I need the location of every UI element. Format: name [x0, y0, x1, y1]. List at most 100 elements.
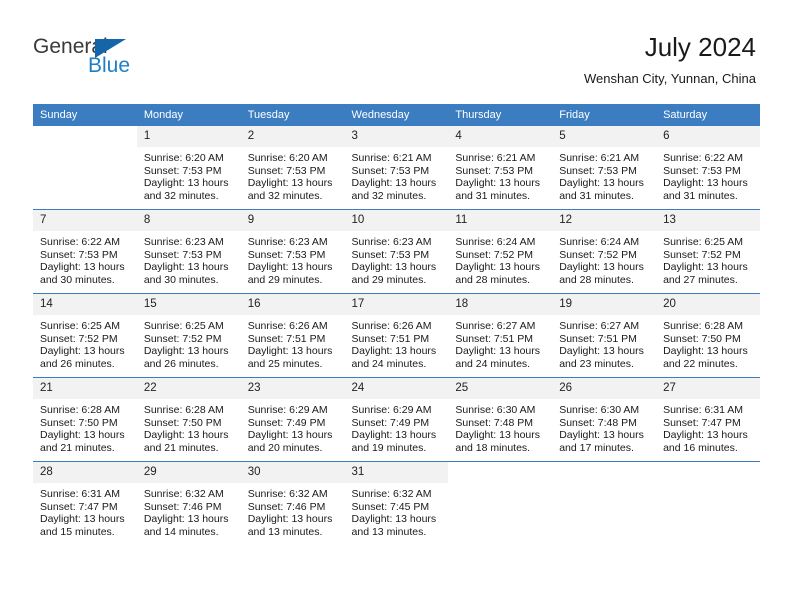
calendar-cell-inner: 19 Sunrise: 6:27 AM Sunset: 7:51 PM Dayligh… [552, 294, 657, 377]
daylight-text-line2: and 32 minutes. [247, 189, 323, 202]
calendar-day-cell[interactable]: 24 Sunrise: 6:29 AM Sunset: 7:49 PM Dayligh… [344, 377, 449, 462]
daylight-text-line1: Daylight: 13 hours [247, 429, 333, 442]
sunset-text: Sunset: 7:52 PM [455, 248, 534, 261]
title-block: July 2024 Wenshan City, Yunnan, China [584, 32, 756, 87]
calendar-day-cell[interactable]: 31 Sunrise: 6:32 AM Sunset: 7:45 PM Dayligh… [344, 461, 449, 545]
day-number: 29 [136, 462, 241, 483]
calendar-day-cell[interactable]: 2 Sunrise: 6:20 AM Sunset: 7:53 PM Daylight… [240, 126, 345, 210]
day-details: Sunrise: 6:26 AM Sunset: 7:51 PM Daylight:… [345, 315, 449, 370]
sunrise-text: Sunrise: 6:23 AM [247, 236, 328, 248]
calendar-day-cell[interactable]: 13 Sunrise: 6:25 AM Sunset: 7:52 PM Dayligh… [656, 209, 760, 294]
calendar-day-cell[interactable]: 25 Sunrise: 6:30 AM Sunset: 7:48 PM Dayligh… [448, 377, 553, 462]
calendar-cell-empty [552, 461, 657, 545]
calendar-cell-empty [448, 461, 553, 545]
calendar-day-cell[interactable]: 15 Sunrise: 6:25 AM Sunset: 7:52 PM Dayligh… [136, 293, 241, 378]
calendar-cell-inner [552, 462, 657, 545]
calendar-day-cell[interactable]: 9 Sunrise: 6:23 AM Sunset: 7:53 PM Daylight… [240, 209, 345, 294]
calendar-day-cell[interactable]: 30 Sunrise: 6:32 AM Sunset: 7:46 PM Dayligh… [240, 461, 345, 545]
calendar-day-cell[interactable]: 14 Sunrise: 6:25 AM Sunset: 7:52 PM Dayligh… [33, 293, 137, 378]
daylight-text-line2: and 22 minutes. [663, 357, 738, 370]
sunset-text: Sunset: 7:52 PM [559, 248, 637, 261]
calendar-cell-inner: 9 Sunrise: 6:23 AM Sunset: 7:53 PM Daylight… [240, 210, 345, 293]
sunset-text: Sunset: 7:53 PM [247, 248, 326, 261]
calendar-day-cell[interactable]: 18 Sunrise: 6:27 AM Sunset: 7:51 PM Dayligh… [448, 293, 553, 378]
sunset-text: Sunset: 7:53 PM [143, 248, 222, 261]
calendar-cell-inner: 29 Sunrise: 6:32 AM Sunset: 7:46 PM Dayligh… [136, 462, 241, 545]
daylight-text-line1: Daylight: 13 hours [40, 345, 125, 358]
sunrise-text: Sunrise: 6:22 AM [663, 152, 744, 164]
calendar-day-cell[interactable]: 23 Sunrise: 6:29 AM Sunset: 7:49 PM Dayligh… [240, 377, 345, 462]
weekday-header-thursday: Thursday [448, 104, 553, 126]
sunrise-text: Sunrise: 6:28 AM [663, 320, 744, 332]
day-details: Sunrise: 6:32 AM Sunset: 7:46 PM Daylight:… [241, 483, 345, 538]
calendar-cell-inner: 5 Sunrise: 6:21 AM Sunset: 7:53 PM Daylight… [552, 126, 657, 209]
day-details: Sunrise: 6:22 AM Sunset: 7:53 PM Daylight:… [656, 147, 760, 202]
calendar-day-cell[interactable]: 16 Sunrise: 6:26 AM Sunset: 7:51 PM Dayligh… [240, 293, 345, 378]
day-number: 26 [552, 378, 657, 399]
calendar-day-cell[interactable]: 29 Sunrise: 6:32 AM Sunset: 7:46 PM Dayligh… [136, 461, 241, 545]
sunrise-text: Sunrise: 6:21 AM [559, 152, 640, 164]
calendar-day-cell[interactable]: 4 Sunrise: 6:21 AM Sunset: 7:53 PM Daylight… [448, 126, 553, 210]
calendar-day-cell[interactable]: 6 Sunrise: 6:22 AM Sunset: 7:53 PM Daylight… [656, 126, 760, 210]
sunset-text: Sunset: 7:48 PM [559, 416, 637, 429]
day-number: 24 [344, 378, 449, 399]
sunset-text: Sunset: 7:49 PM [247, 416, 326, 429]
calendar-cell-inner: 31 Sunrise: 6:32 AM Sunset: 7:45 PM Dayligh… [344, 462, 449, 545]
daylight-text-line2: and 16 minutes. [663, 441, 738, 454]
day-number: 28 [33, 462, 137, 483]
day-details: Sunrise: 6:20 AM Sunset: 7:53 PM Daylight:… [241, 147, 345, 202]
sunset-text: Sunset: 7:46 PM [143, 500, 222, 513]
calendar-table: Sunday Monday Tuesday Wednesday Thursday… [33, 104, 760, 545]
calendar-day-cell[interactable]: 17 Sunrise: 6:26 AM Sunset: 7:51 PM Dayligh… [344, 293, 449, 378]
calendar-day-cell[interactable]: 19 Sunrise: 6:27 AM Sunset: 7:51 PM Dayligh… [552, 293, 657, 378]
calendar-day-cell[interactable]: 22 Sunrise: 6:28 AM Sunset: 7:50 PM Dayligh… [136, 377, 241, 462]
day-number: 21 [33, 378, 137, 399]
calendar-day-cell[interactable]: 3 Sunrise: 6:21 AM Sunset: 7:53 PM Daylight… [344, 126, 449, 210]
sunrise-text: Sunrise: 6:31 AM [663, 404, 744, 416]
calendar-cell-inner: 11 Sunrise: 6:24 AM Sunset: 7:52 PM Dayligh… [448, 210, 553, 293]
sunrise-text: Sunrise: 6:31 AM [40, 488, 120, 500]
calendar-cell-inner: 2 Sunrise: 6:20 AM Sunset: 7:53 PM Daylight… [240, 126, 345, 209]
calendar-day-cell[interactable]: 20 Sunrise: 6:28 AM Sunset: 7:50 PM Dayligh… [656, 293, 760, 378]
day-number: 20 [656, 294, 760, 315]
general-blue-logo[interactable]: General Blue [33, 36, 153, 84]
daylight-text-line1: Daylight: 13 hours [559, 261, 644, 274]
sunset-text: Sunset: 7:51 PM [455, 332, 534, 345]
day-details: Sunrise: 6:32 AM Sunset: 7:45 PM Daylight:… [345, 483, 449, 538]
calendar-day-cell[interactable]: 7 Sunrise: 6:22 AM Sunset: 7:53 PM Daylight… [33, 209, 137, 294]
sunrise-text: Sunrise: 6:25 AM [663, 236, 744, 248]
daylight-text-line2: and 28 minutes. [455, 273, 531, 286]
calendar-day-cell[interactable]: 21 Sunrise: 6:28 AM Sunset: 7:50 PM Dayligh… [33, 377, 137, 462]
daylight-text-line2: and 13 minutes. [351, 525, 427, 538]
calendar-day-cell[interactable]: 5 Sunrise: 6:21 AM Sunset: 7:53 PM Daylight… [552, 126, 657, 210]
daylight-text-line2: and 20 minutes. [247, 441, 323, 454]
calendar-day-cell[interactable]: 8 Sunrise: 6:23 AM Sunset: 7:53 PM Daylight… [136, 209, 241, 294]
day-details: Sunrise: 6:32 AM Sunset: 7:46 PM Daylight:… [137, 483, 241, 538]
calendar-day-cell[interactable]: 10 Sunrise: 6:23 AM Sunset: 7:53 PM Dayligh… [344, 209, 449, 294]
calendar-day-cell[interactable]: 12 Sunrise: 6:24 AM Sunset: 7:52 PM Dayligh… [552, 209, 657, 294]
calendar-day-cell[interactable]: 28 Sunrise: 6:31 AM Sunset: 7:47 PM Dayligh… [33, 461, 137, 545]
calendar-cell-inner: 15 Sunrise: 6:25 AM Sunset: 7:52 PM Dayligh… [136, 294, 241, 377]
calendar-cell-inner: 4 Sunrise: 6:21 AM Sunset: 7:53 PM Daylight… [448, 126, 553, 209]
calendar-day-cell[interactable]: 26 Sunrise: 6:30 AM Sunset: 7:48 PM Dayligh… [552, 377, 657, 462]
weekday-header-saturday: Saturday [656, 104, 760, 126]
sunrise-text: Sunrise: 6:21 AM [455, 152, 536, 164]
daylight-text-line2: and 24 minutes. [455, 357, 531, 370]
daylight-text-line1: Daylight: 13 hours [351, 177, 437, 190]
day-details: Sunrise: 6:24 AM Sunset: 7:52 PM Daylight:… [448, 231, 552, 286]
calendar-day-cell[interactable]: 1 Sunrise: 6:20 AM Sunset: 7:53 PM Daylight… [136, 126, 241, 210]
calendar-week-row: 21 Sunrise: 6:28 AM Sunset: 7:50 PM Dayligh… [33, 377, 760, 462]
day-details: Sunrise: 6:23 AM Sunset: 7:53 PM Daylight:… [345, 231, 449, 286]
calendar-day-cell[interactable]: 27 Sunrise: 6:31 AM Sunset: 7:47 PM Dayligh… [656, 377, 760, 462]
day-details: Sunrise: 6:31 AM Sunset: 7:47 PM Daylight:… [33, 483, 137, 538]
sunset-text: Sunset: 7:53 PM [455, 164, 534, 177]
sunrise-text: Sunrise: 6:24 AM [559, 236, 640, 248]
sunset-text: Sunset: 7:53 PM [40, 248, 118, 261]
day-details: Sunrise: 6:21 AM Sunset: 7:53 PM Daylight:… [552, 147, 656, 202]
day-details: Sunrise: 6:25 AM Sunset: 7:52 PM Daylight:… [137, 315, 241, 370]
sunrise-text: Sunrise: 6:30 AM [559, 404, 640, 416]
day-number: 16 [240, 294, 345, 315]
daylight-text-line2: and 26 minutes. [143, 357, 219, 370]
calendar-day-cell[interactable]: 11 Sunrise: 6:24 AM Sunset: 7:52 PM Dayligh… [448, 209, 553, 294]
day-number: 9 [240, 210, 345, 231]
